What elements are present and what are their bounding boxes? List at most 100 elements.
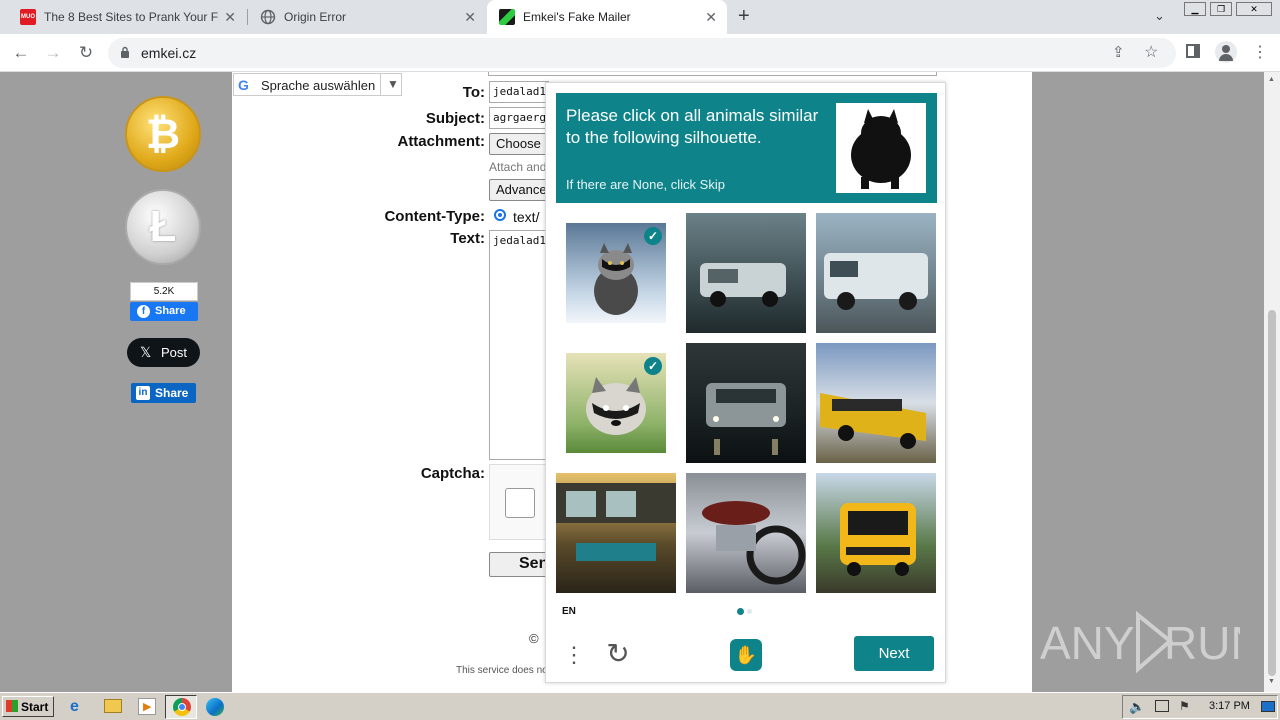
- muo-icon: MUO: [20, 9, 36, 25]
- system-tray: 🔈 ⚑ 3:17 PM: [1122, 695, 1278, 719]
- anyrun-logo-icon: ANY RUN: [1040, 610, 1264, 674]
- linkedin-share-button[interactable]: in Share: [131, 383, 196, 403]
- media-player-icon[interactable]: ▶: [138, 698, 156, 715]
- folder-icon[interactable]: [104, 699, 122, 713]
- captcha-checkbox[interactable]: [505, 488, 535, 518]
- anyrun-watermark: ANY RUN: [1040, 607, 1264, 677]
- back-icon[interactable]: ←: [8, 40, 34, 66]
- play-icon: ▶: [143, 701, 152, 713]
- new-tab-button[interactable]: +: [738, 5, 750, 28]
- litecoin-logo[interactable]: Ł: [125, 189, 201, 265]
- next-button[interactable]: Next: [854, 636, 934, 671]
- profile-avatar[interactable]: [1215, 41, 1237, 63]
- send-button[interactable]: Sen: [489, 552, 549, 577]
- menu-dots-icon[interactable]: ⋮: [1252, 42, 1268, 62]
- selected-check-icon: ✓: [644, 227, 662, 245]
- tab-fake-mailer[interactable]: Emkei's Fake Mailer ✕: [487, 0, 727, 34]
- facebook-share-widget[interactable]: 5.2K f Share: [130, 282, 198, 321]
- bookmark-star-icon[interactable]: ☆: [1144, 42, 1158, 62]
- choose-file-button[interactable]: Choose: [489, 133, 547, 155]
- ie-icon[interactable]: e: [70, 698, 88, 716]
- page-dot: [747, 609, 752, 614]
- close-icon[interactable]: ✕: [224, 9, 236, 26]
- close-icon[interactable]: ✕: [705, 9, 717, 26]
- url-text: emkei.cz: [141, 45, 197, 61]
- tile-9[interactable]: [816, 473, 936, 593]
- hcaptcha-logo-icon: ✋: [730, 639, 762, 671]
- challenge-prompt: Please click on all animals similar to t…: [566, 106, 819, 147]
- x-post-button[interactable]: 𝕏 Post: [127, 338, 200, 367]
- tile-8[interactable]: [686, 473, 806, 593]
- tile-5[interactable]: [686, 343, 806, 463]
- white-van-image: [824, 253, 928, 310]
- page-dot-active: [737, 608, 744, 615]
- x-post-label: Post: [161, 345, 188, 360]
- tab-origin-error[interactable]: Origin Error ✕: [248, 0, 486, 34]
- network-icon[interactable]: [1155, 700, 1169, 712]
- tab-prank-sites[interactable]: MUO The 8 Best Sites to Prank Your Frien…: [8, 0, 246, 34]
- tile-4[interactable]: ✓: [566, 353, 666, 453]
- tile-3[interactable]: [816, 213, 936, 333]
- minimize-button[interactable]: ▁: [1184, 2, 1206, 16]
- browser-toolbar: ← → ↻ emkei.cz ⇪ ☆ ⋮: [0, 34, 1280, 72]
- address-bar[interactable]: emkei.cz ⇪ ☆: [108, 38, 1176, 68]
- scrollbar-thumb[interactable]: [1268, 310, 1276, 676]
- tab-title: Emkei's Fake Mailer: [523, 10, 631, 24]
- animal-silhouette-icon: [851, 109, 911, 189]
- side-panel-icon[interactable]: [1186, 44, 1200, 58]
- share-icon[interactable]: ⇪: [1112, 43, 1125, 61]
- lock-icon: [121, 46, 129, 58]
- message-textarea[interactable]: jedalad1: [489, 230, 549, 460]
- x-logo-icon: 𝕏: [140, 344, 152, 360]
- start-label: Start: [21, 700, 49, 714]
- tile-1[interactable]: ✓: [566, 223, 666, 323]
- attachment-label: Attachment:: [397, 133, 485, 150]
- language-selector[interactable]: EN: [562, 606, 576, 617]
- fb-share-button[interactable]: f Share: [130, 302, 198, 321]
- tile-2[interactable]: [686, 213, 806, 333]
- footer-note: This service does no: [456, 665, 548, 676]
- tab-search-icon[interactable]: ⌄: [1154, 8, 1165, 24]
- challenge-header: Please click on all animals similar to t…: [556, 93, 937, 203]
- tab-strip: MUO The 8 Best Sites to Prank Your Frien…: [0, 0, 1280, 34]
- text-label: Text:: [450, 230, 485, 247]
- close-window-button[interactable]: ✕: [1236, 2, 1272, 16]
- reload-icon[interactable]: ↻: [73, 40, 99, 66]
- restore-button[interactable]: ❐: [1210, 2, 1232, 16]
- refresh-challenge-icon[interactable]: ↻: [602, 639, 634, 671]
- close-icon[interactable]: ✕: [464, 9, 476, 26]
- scroll-up-icon[interactable]: ▲: [1268, 76, 1275, 83]
- chrome-taskbar-button[interactable]: [165, 695, 197, 719]
- subject-input[interactable]: agrgaerga: [489, 107, 549, 129]
- tab-title: Origin Error: [284, 10, 347, 24]
- emkei-icon: [499, 9, 515, 25]
- scroll-down-icon[interactable]: ▼: [1268, 678, 1275, 685]
- forward-icon[interactable]: →: [40, 40, 66, 66]
- start-button[interactable]: Start: [2, 696, 54, 717]
- flag-icon[interactable]: ⚑: [1179, 699, 1190, 713]
- globe-icon: [260, 9, 276, 25]
- svg-text:RUN: RUN: [1164, 617, 1240, 669]
- fb-count: 5.2K: [130, 282, 198, 301]
- tile-6[interactable]: [816, 343, 936, 463]
- volume-icon[interactable]: 🔈: [1129, 699, 1145, 715]
- selected-check-icon: ✓: [644, 357, 662, 375]
- linkedin-share-label: Share: [155, 386, 189, 400]
- challenge-skip-hint: If there are None, click Skip: [566, 177, 725, 192]
- svg-text:ANY: ANY: [1040, 617, 1135, 669]
- content-type-value: text/: [513, 209, 540, 225]
- edge-icon[interactable]: [206, 698, 224, 716]
- to-label: To:: [462, 84, 485, 101]
- page-scrollbar[interactable]: ▲ ▼: [1264, 72, 1280, 692]
- advanced-settings-button[interactable]: Advance: [489, 179, 547, 201]
- van-at-night-image: [706, 383, 786, 455]
- from-field-partial[interactable]: [488, 72, 937, 76]
- more-options-icon[interactable]: ⋮: [559, 640, 589, 670]
- facebook-icon: f: [137, 305, 150, 318]
- content-type-radio[interactable]: [494, 209, 506, 221]
- desktop-icon[interactable]: [1261, 701, 1275, 712]
- tile-7[interactable]: [556, 473, 676, 593]
- to-input[interactable]: jedalad18: [489, 81, 549, 103]
- linkedin-icon: in: [136, 386, 150, 400]
- bitcoin-logo[interactable]: ₿: [125, 96, 201, 172]
